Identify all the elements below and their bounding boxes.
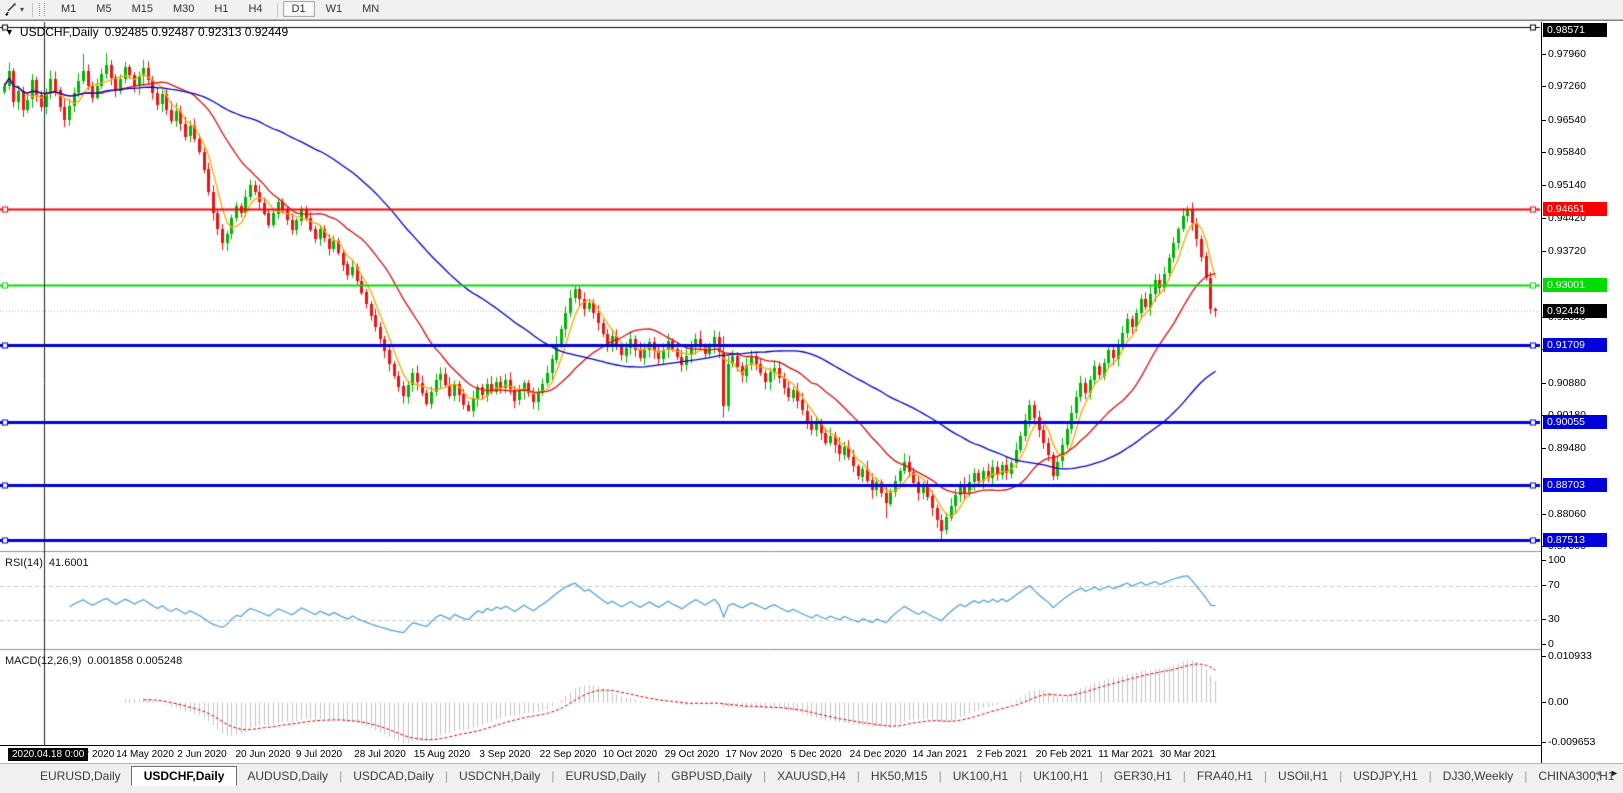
price-tick-label: 0.97960 <box>1548 48 1586 60</box>
price-tick-label: 0.93720 <box>1548 245 1586 257</box>
mt4-terminal-window: ▾ M1M5M15M30H1H4 D1W1MN ▼ USDCHF,Daily 0.… <box>0 0 1623 793</box>
hline-price-badge: 0.93001 <box>1543 278 1607 292</box>
timeframe-button-d1[interactable]: D1 <box>283 1 315 17</box>
chart-tabs: EURUSD,DailyUSDCHF,DailyAUDUSD,Daily|USD… <box>30 766 1623 786</box>
chart-ohlc-values: 0.92485 0.92487 0.92313 0.92449 <box>105 25 289 39</box>
chart-tab-usoil-h1[interactable]: USOil,H1 <box>1268 768 1338 784</box>
chart-tab-hk50-m15[interactable]: HK50,M15 <box>861 768 938 784</box>
hline-price-badge: 0.90055 <box>1543 415 1607 429</box>
chart-tab-usdjpy-h1[interactable]: USDJPY,H1 <box>1343 768 1427 784</box>
date-tick-label: 30 Mar 2021 <box>1160 749 1216 760</box>
price-axis[interactable]: 0.979600.972600.965400.958400.951400.944… <box>1541 22 1623 764</box>
chart-tab-fra40-h1[interactable]: FRA40,H1 <box>1187 768 1263 784</box>
timeframe-button-h1[interactable]: H1 <box>205 1 237 17</box>
rsi-scale-label: 0 <box>1548 638 1554 650</box>
date-tick-label: 24 Dec 2020 <box>850 749 907 760</box>
price-chart-canvas[interactable] <box>0 22 1541 745</box>
chart-tab-xauusd-h4[interactable]: XAUUSD,H4 <box>767 768 856 784</box>
price-tick-label: 0.90880 <box>1548 377 1586 389</box>
rsi-indicator-value: 41.6001 <box>49 557 89 569</box>
chart-tab-eurusd-daily[interactable]: EURUSD,Daily <box>30 768 131 784</box>
hline-price-badge: 0.88703 <box>1543 478 1607 492</box>
price-tick-label: 0.96540 <box>1548 114 1586 126</box>
timeframe-toolbar: ▾ M1M5M15M30H1H4 D1W1MN <box>0 0 1623 20</box>
chart-tab-usdcnh-daily[interactable]: USDCNH,Daily <box>449 768 550 784</box>
chart-window: ▼ USDCHF,Daily 0.92485 0.92487 0.92313 0… <box>0 20 1623 764</box>
toolbar-separator <box>277 3 278 17</box>
chart-tab-usdchf-daily[interactable]: USDCHF,Daily <box>131 766 238 786</box>
date-tick-label: 5 Dec 2020 <box>790 749 841 760</box>
date-tick-label: 2 Jun 2020 <box>177 749 227 760</box>
rsi-panel-label: RSI(14) 41.6001 <box>5 557 89 569</box>
price-tick-label: 0.97260 <box>1548 80 1586 92</box>
chart-tab-uk100-h1[interactable]: UK100,H1 <box>1023 768 1098 784</box>
price-tick-label: 0.88060 <box>1548 508 1586 520</box>
timeframe-buttons: M1M5M15M30H1H4 D1W1MN <box>51 3 389 17</box>
chart-tab-eurusd-daily[interactable]: EURUSD,Daily <box>555 768 656 784</box>
chart-tab-audusd-daily[interactable]: AUDUSD,Daily <box>237 768 338 784</box>
date-tick-label: 14 May 2020 <box>116 749 174 760</box>
crosshair-cursor-icon[interactable] <box>3 2 18 17</box>
date-tick-label: 28 Jul 2020 <box>354 749 406 760</box>
tab-scroll-left-icon[interactable]: ◄ <box>1593 768 1602 778</box>
rsi-indicator-name: RSI(14) <box>5 557 43 569</box>
rsi-scale-label: 70 <box>1548 579 1560 591</box>
date-tick-label: 3 Sep 2020 <box>479 749 530 760</box>
date-tick-label: 10 Oct 2020 <box>603 749 657 760</box>
tab-scroll-arrows: ◄ ► <box>1593 768 1619 778</box>
date-tick-label: 11 Mar 2021 <box>1098 749 1153 760</box>
date-tick-label: 22 Sep 2020 <box>540 749 597 760</box>
chart-tab-gbpusd-daily[interactable]: GBPUSD,Daily <box>661 768 762 784</box>
date-tick-label: 17 Nov 2020 <box>726 749 783 760</box>
date-tick-label: 20 Jun 2020 <box>235 749 290 760</box>
tab-scroll-right-icon[interactable]: ► <box>1610 768 1619 778</box>
price-tick-label: 0.95840 <box>1548 146 1586 158</box>
cursor-dropdown-icon[interactable]: ▾ <box>20 5 24 14</box>
date-tick-label: 9 Jul 2020 <box>296 749 342 760</box>
date-tick-label: 14 Jan 2021 <box>912 749 967 760</box>
symbol-dropdown-icon[interactable]: ▼ <box>5 27 14 37</box>
date-tick-label: 2 Feb 2021 <box>977 749 1028 760</box>
price-tick-label: 0.89480 <box>1548 442 1586 454</box>
date-tick-label: 29 Oct 2020 <box>665 749 719 760</box>
date-axis[interactable]: Apr 202014 May 20202 Jun 202020 Jun 2020… <box>0 745 1541 765</box>
macd-panel-label: MACD(12,26,9) 0.001858 0.005248 <box>5 655 182 667</box>
macd-scale-label: 0.00 <box>1548 696 1568 708</box>
macd-scale-label: 0.010933 <box>1548 650 1592 662</box>
timeframe-button-m30[interactable]: M30 <box>164 1 203 17</box>
macd-indicator-name: MACD(12,26,9) <box>5 655 81 667</box>
chart-tab-uk100-h1[interactable]: UK100,H1 <box>943 768 1018 784</box>
crosshair-date-badge: 2020.04.18 0:00 <box>8 748 88 761</box>
timeframe-button-mn[interactable]: MN <box>353 1 388 17</box>
rsi-scale-label: 100 <box>1548 554 1566 566</box>
chart-symbol-title: USDCHF,Daily <box>20 25 99 39</box>
timeframe-button-m15[interactable]: M15 <box>123 1 162 17</box>
macd-indicator-value: 0.001858 0.005248 <box>87 655 182 667</box>
price-tick-label: 0.95140 <box>1548 179 1586 191</box>
toolbar-grip[interactable] <box>39 3 45 16</box>
top-price-badge: 0.98571 <box>1543 23 1607 37</box>
current-price-badge: 0.92449 <box>1543 304 1607 318</box>
macd-scale-label: -0.009653 <box>1548 736 1595 748</box>
chart-tab-usdcad-daily[interactable]: USDCAD,Daily <box>343 768 444 784</box>
date-tick-label: 15 Aug 2020 <box>414 749 470 760</box>
hline-price-badge: 0.91709 <box>1543 338 1607 352</box>
chart-tab-bar: EURUSD,DailyUSDCHF,DailyAUDUSD,Daily|USD… <box>0 763 1623 793</box>
rsi-scale-label: 30 <box>1548 613 1560 625</box>
chart-tab-dj30-weekly[interactable]: DJ30,Weekly <box>1433 768 1523 784</box>
timeframe-button-w1[interactable]: W1 <box>317 1 352 17</box>
hline-price-badge: 0.87513 <box>1543 533 1607 547</box>
chart-title-row: ▼ USDCHF,Daily 0.92485 0.92487 0.92313 0… <box>5 25 288 39</box>
timeframe-button-h4[interactable]: H4 <box>239 1 271 17</box>
timeframe-button-m1[interactable]: M1 <box>52 1 85 17</box>
hline-price-badge: 0.94651 <box>1543 202 1607 216</box>
toolbar-separator <box>32 3 33 17</box>
chart-tab-ger30-h1[interactable]: GER30,H1 <box>1104 768 1182 784</box>
date-tick-label: 20 Feb 2021 <box>1036 749 1092 760</box>
timeframe-button-m5[interactable]: M5 <box>87 1 120 17</box>
